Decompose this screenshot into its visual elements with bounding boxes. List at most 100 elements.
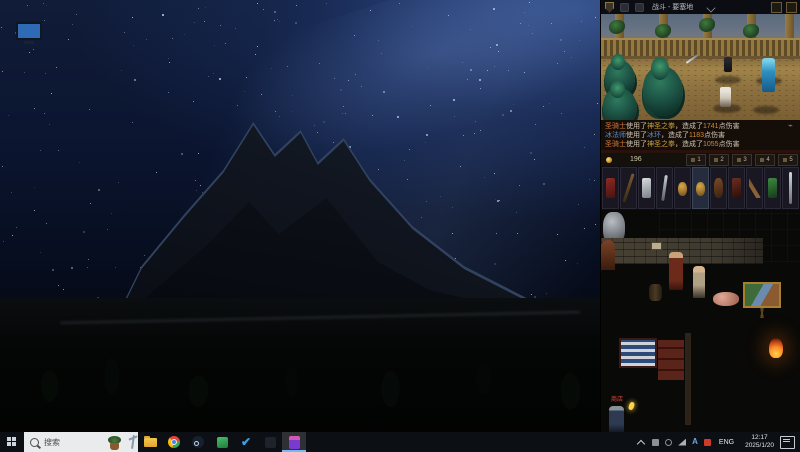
- badge-icon[interactable]: [620, 3, 629, 12]
- star: [162, 14, 164, 16]
- star: [46, 5, 47, 6]
- forest-silhouette: [0, 330, 620, 432]
- pig-sprite[interactable]: [713, 292, 739, 306]
- inventory-slot-selected[interactable]: [692, 167, 709, 209]
- taskbar-app-green[interactable]: [210, 432, 234, 452]
- star: [76, 14, 77, 15]
- taskbar-app-game-active[interactable]: [282, 432, 306, 452]
- game-titlebar[interactable]: 战斗 - 要塞地: [601, 0, 800, 14]
- taskbar-app-dim[interactable]: [258, 432, 282, 452]
- star: [257, 46, 258, 47]
- this-pc-desktop-icon[interactable]: [14, 22, 44, 48]
- star: [565, 260, 566, 261]
- inventory-tab[interactable]: 5: [778, 154, 798, 166]
- star: [44, 113, 45, 114]
- star: [90, 203, 91, 204]
- inventory-slot[interactable]: [710, 167, 727, 209]
- star: [124, 32, 125, 33]
- star: [12, 235, 13, 236]
- hero-dark-sprite: [724, 57, 732, 72]
- notification-center-icon[interactable]: [780, 436, 795, 449]
- inventory-tab[interactable]: 2: [709, 154, 729, 166]
- hidden-icons-chevron[interactable]: [637, 438, 645, 446]
- language-indicator[interactable]: ENG: [719, 439, 734, 446]
- star: [16, 227, 17, 228]
- star: [71, 267, 73, 269]
- start-button[interactable]: [0, 432, 24, 452]
- star: [529, 2, 530, 3]
- vine-bush: [699, 18, 715, 32]
- star: [524, 72, 525, 73]
- chrome-icon: [168, 436, 180, 448]
- taskbar-app-steam[interactable]: [186, 432, 210, 452]
- inventory-slot[interactable]: [746, 167, 763, 209]
- search-box[interactable]: 搜索: [24, 432, 138, 452]
- star: [274, 20, 275, 21]
- inventory-tab[interactable]: 1: [686, 154, 706, 166]
- inventory-slot[interactable]: [674, 167, 691, 209]
- star: [557, 234, 558, 235]
- star: [348, 80, 349, 81]
- dim-app-icon: [265, 437, 276, 448]
- tray-sync-icon[interactable]: [665, 439, 672, 446]
- dark-armor-item: [732, 178, 741, 198]
- badge2-icon[interactable]: [635, 3, 644, 12]
- party-icon[interactable]: [786, 2, 797, 13]
- star: [144, 255, 145, 256]
- inventory-slot[interactable]: [728, 167, 745, 209]
- tray-app-icon[interactable]: [652, 439, 659, 446]
- taskbar-app-check[interactable]: ✔: [234, 432, 258, 452]
- star: [516, 212, 517, 213]
- inventory-slot[interactable]: [656, 167, 673, 209]
- desktop: 战斗 - 要塞地: [0, 0, 800, 452]
- taskbar-app-chrome[interactable]: [162, 432, 186, 452]
- clock[interactable]: 12:17 2025/1/20: [745, 434, 774, 450]
- star: [381, 53, 382, 54]
- tray-a-icon[interactable]: A: [692, 438, 698, 446]
- star: [184, 34, 185, 35]
- log-verb: 使用了: [626, 132, 647, 139]
- star: [494, 263, 496, 265]
- star: [132, 17, 133, 18]
- star: [33, 49, 34, 50]
- inventory-slot[interactable]: [782, 167, 799, 209]
- star: [474, 133, 475, 134]
- tab-label: 2: [720, 157, 723, 163]
- star: [397, 116, 399, 118]
- log-expand-icon[interactable]: ⌁: [788, 122, 796, 130]
- star: [528, 25, 529, 26]
- star: [29, 52, 30, 53]
- inventory-slot[interactable]: [620, 167, 637, 209]
- star: [549, 103, 550, 104]
- star: [412, 26, 413, 27]
- shop-npc[interactable]: [609, 406, 624, 432]
- inventory-tab[interactable]: 3: [732, 154, 752, 166]
- crossbow-item: [749, 178, 761, 198]
- taskbar-app-file-explorer[interactable]: [138, 432, 162, 452]
- inventory-slot[interactable]: [602, 167, 619, 209]
- inventory-tabs: 1 2 3 4 5: [686, 154, 798, 166]
- vine-bush: [655, 24, 671, 38]
- wood-beam: [685, 333, 691, 425]
- inventory-header: 196 1 2 3 4 5: [601, 153, 800, 166]
- log-tail: 点伤害: [719, 141, 740, 148]
- star: [487, 70, 488, 71]
- star: [578, 204, 579, 205]
- tab-label: 3: [743, 157, 746, 163]
- network-icon[interactable]: [678, 439, 686, 446]
- red-robe-npc[interactable]: [669, 252, 683, 290]
- fullscreen-icon[interactable]: [771, 2, 782, 13]
- player-character[interactable]: [693, 266, 705, 298]
- star: [557, 63, 558, 64]
- star: [107, 229, 108, 230]
- inventory-tab[interactable]: 4: [755, 154, 775, 166]
- loot-glow[interactable]: [628, 401, 635, 410]
- star: [11, 192, 12, 193]
- star: [470, 29, 471, 30]
- star: [292, 111, 293, 112]
- inventory-slot[interactable]: [764, 167, 781, 209]
- easel-painting[interactable]: [743, 282, 781, 308]
- tray-red-icon[interactable]: [704, 439, 711, 446]
- inventory-slot[interactable]: [638, 167, 655, 209]
- chevron-down-icon[interactable]: [706, 3, 715, 12]
